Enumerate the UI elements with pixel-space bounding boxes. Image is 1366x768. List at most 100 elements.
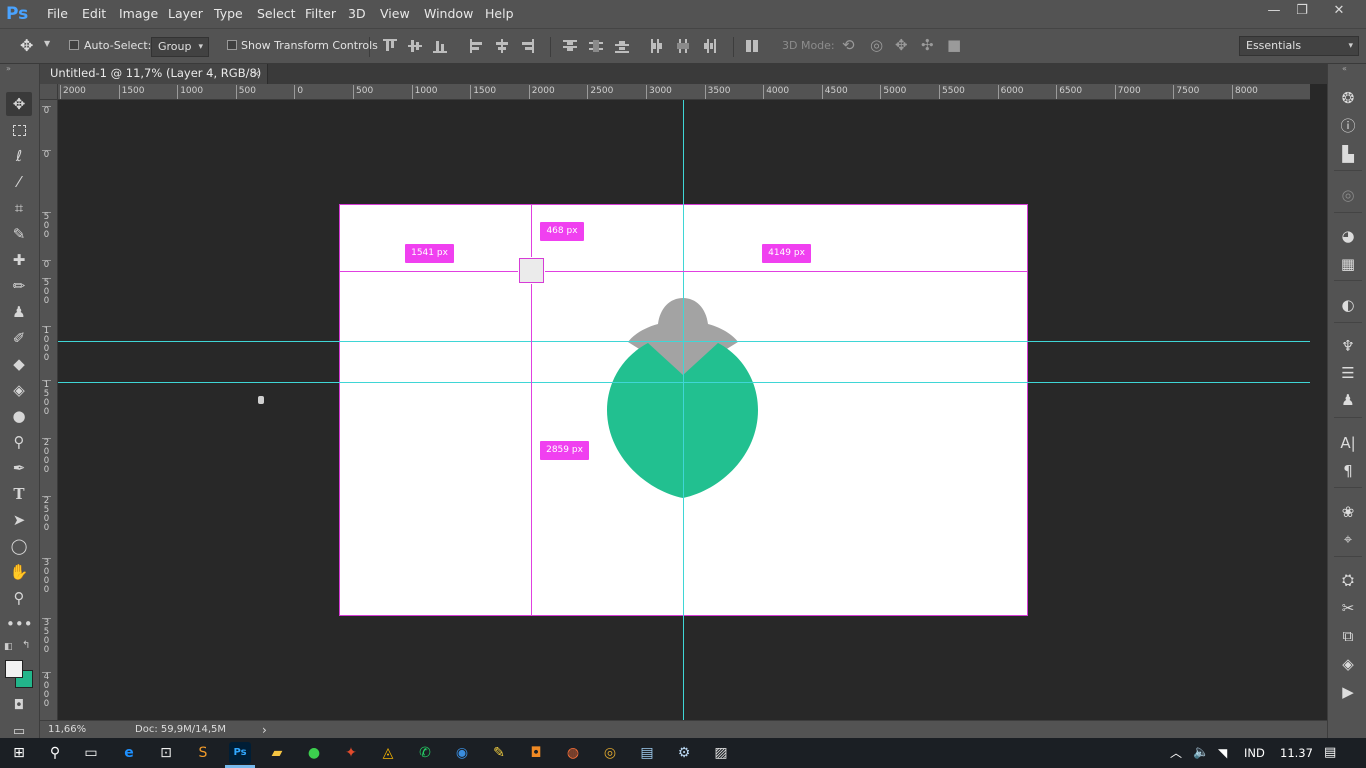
eyedropper-icon[interactable]: ✎ [6, 222, 32, 246]
default-colors-icon[interactable]: ◧ [4, 642, 13, 652]
menu-window[interactable]: Window [424, 0, 473, 28]
layers-icon[interactable]: ◈ [1336, 653, 1360, 675]
clone-source-icon[interactable]: ♟ [1336, 389, 1360, 411]
clone-stamp-icon[interactable]: ♟ [6, 300, 32, 324]
align-top-icon[interactable] [383, 39, 397, 53]
task-view-icon[interactable]: ▭ [80, 742, 102, 764]
firefox-icon[interactable]: ◍ [562, 742, 584, 764]
input-language[interactable]: IND [1244, 738, 1265, 768]
eraser-icon[interactable]: ◆ [6, 352, 32, 376]
expand-panels-icon[interactable]: « [1342, 64, 1347, 73]
crop-icon[interactable]: ⌗ [6, 196, 32, 220]
blur-icon[interactable]: ● [6, 404, 32, 428]
menu-filter[interactable]: Filter [305, 0, 336, 28]
menu-help[interactable]: Help [485, 0, 514, 28]
guide-horizontal[interactable] [58, 341, 1310, 342]
menu-select[interactable]: Select [257, 0, 296, 28]
auto-select-checkbox[interactable] [69, 40, 79, 50]
move-tool-preset-icon[interactable]: ✥ [20, 37, 40, 55]
libraries-icon[interactable]: ⛭ [1336, 569, 1360, 591]
wifi-icon[interactable]: ◥ [1218, 738, 1227, 768]
align-vertical-center-icon[interactable] [408, 39, 422, 53]
autocad-icon[interactable]: ◬ [377, 742, 399, 764]
menu-edit[interactable]: Edit [82, 0, 106, 28]
zoom-level[interactable]: 11,66% [48, 721, 86, 739]
pan-3d-icon[interactable]: ✥ [895, 36, 908, 54]
align-left-icon[interactable] [470, 39, 484, 53]
more-tools-icon[interactable]: ••• [6, 612, 33, 636]
search-icon[interactable]: ⚲ [44, 742, 66, 764]
roll-3d-icon[interactable]: ◎ [870, 36, 883, 54]
whatsapp-icon[interactable]: ✆ [414, 742, 436, 764]
slide-3d-icon[interactable]: ✣ [921, 36, 934, 54]
chrome-icon[interactable]: ◎ [599, 742, 621, 764]
notifications-icon[interactable]: ▤ [1324, 738, 1336, 768]
windows-start-icon[interactable]: ⊞ [8, 742, 30, 764]
path-selection-icon[interactable]: ➤ [6, 508, 32, 532]
selected-layer-square[interactable] [519, 258, 544, 283]
workspace-dropdown[interactable]: Essentials ▾ [1239, 36, 1359, 56]
sketch-icon[interactable]: ✎ [488, 742, 510, 764]
distribute-vertical-center-icon[interactable] [589, 39, 603, 53]
healing-brush-icon[interactable]: ✚ [6, 248, 32, 272]
sublime-icon[interactable]: S [192, 742, 214, 764]
paths-icon[interactable]: ⌖ [1336, 528, 1360, 550]
align-bottom-icon[interactable] [433, 39, 447, 53]
orbit-3d-icon[interactable]: ⟲ [842, 36, 855, 54]
distribute-top-icon[interactable] [563, 39, 577, 53]
ellipse-icon[interactable]: ◯ [6, 534, 32, 558]
menu-image[interactable]: Image [119, 0, 158, 28]
edge-icon[interactable]: e [118, 742, 140, 764]
volume-icon[interactable]: 🔈 [1193, 738, 1209, 768]
scale-3d-icon[interactable]: ■ [947, 36, 961, 54]
history-brush-icon[interactable]: ✐ [6, 326, 32, 350]
distribute-right-icon[interactable] [702, 39, 716, 53]
quick-mask-icon[interactable]: ◘ [6, 694, 32, 718]
menu-file[interactable]: File [47, 0, 68, 28]
distribute-left-icon[interactable] [650, 39, 664, 53]
auto-align-layers-icon[interactable] [745, 39, 759, 53]
type-icon[interactable]: T [6, 482, 32, 506]
collapse-panel-icon[interactable]: » [6, 64, 11, 73]
brushes-icon[interactable]: ♆ [1336, 335, 1360, 357]
file-explorer-icon[interactable]: ▰ [266, 742, 288, 764]
paragraph-icon[interactable]: ¶ [1336, 460, 1360, 482]
character-icon[interactable]: A| [1336, 432, 1360, 454]
adjustments-icon[interactable]: ◐ [1336, 294, 1360, 316]
paint-bucket-icon[interactable]: ◈ [6, 378, 32, 402]
photos-icon[interactable]: ▨ [710, 742, 732, 764]
zoom-icon[interactable]: ⚲ [6, 586, 32, 610]
vertical-ruler[interactable]: 0 0 500 0 500 1000 1500 2000 2500 3000 3500 4000 [40, 100, 58, 720]
photoshop-taskbar-icon[interactable]: Ps [229, 742, 251, 764]
paint-app-icon[interactable]: ✦ [340, 742, 362, 764]
show-transform-checkbox[interactable] [227, 40, 237, 50]
magic-wand-icon[interactable]: ⁄ [6, 170, 32, 194]
properties-icon[interactable]: ☰ [1336, 362, 1360, 384]
notepad-icon[interactable]: ▤ [636, 742, 658, 764]
status-menu-arrow-icon[interactable]: › [262, 721, 267, 739]
auto-select-target-dropdown[interactable]: Group ▾ [151, 37, 209, 57]
close-window-button[interactable]: ✕ [1325, 0, 1353, 24]
menu-view[interactable]: View [380, 0, 410, 28]
foreground-color-swatch[interactable] [5, 660, 23, 678]
store-icon[interactable]: ⊡ [155, 742, 177, 764]
menu-3d[interactable]: 3D [348, 0, 366, 28]
dodge-icon[interactable]: ⚲ [6, 430, 32, 454]
menu-layer[interactable]: Layer [168, 0, 203, 28]
close-tab-icon[interactable]: × [252, 64, 261, 83]
align-right-icon[interactable] [520, 39, 534, 53]
play-icon[interactable]: ▶ [1336, 681, 1360, 703]
line-icon[interactable]: ● [303, 742, 325, 764]
ruler-origin[interactable] [40, 84, 58, 100]
network-app-icon[interactable]: ⚙ [673, 742, 695, 764]
chevron-down-icon[interactable]: ▼ [44, 39, 50, 48]
distribute-horizontal-center-icon[interactable] [676, 39, 690, 53]
color-icon[interactable]: ◎ [1336, 184, 1360, 206]
distribute-bottom-icon[interactable] [615, 39, 629, 53]
pen-icon[interactable]: ✒ [6, 456, 32, 480]
restore-button[interactable]: ❐ [1288, 0, 1316, 24]
canvas-area[interactable]: 1541 px 468 px 4149 px 2859 px [58, 100, 1310, 720]
brush-icon[interactable]: ✏ [6, 274, 32, 298]
navigator-icon[interactable]: ❂ [1336, 87, 1360, 109]
histogram-icon[interactable]: ▙ [1336, 143, 1360, 165]
